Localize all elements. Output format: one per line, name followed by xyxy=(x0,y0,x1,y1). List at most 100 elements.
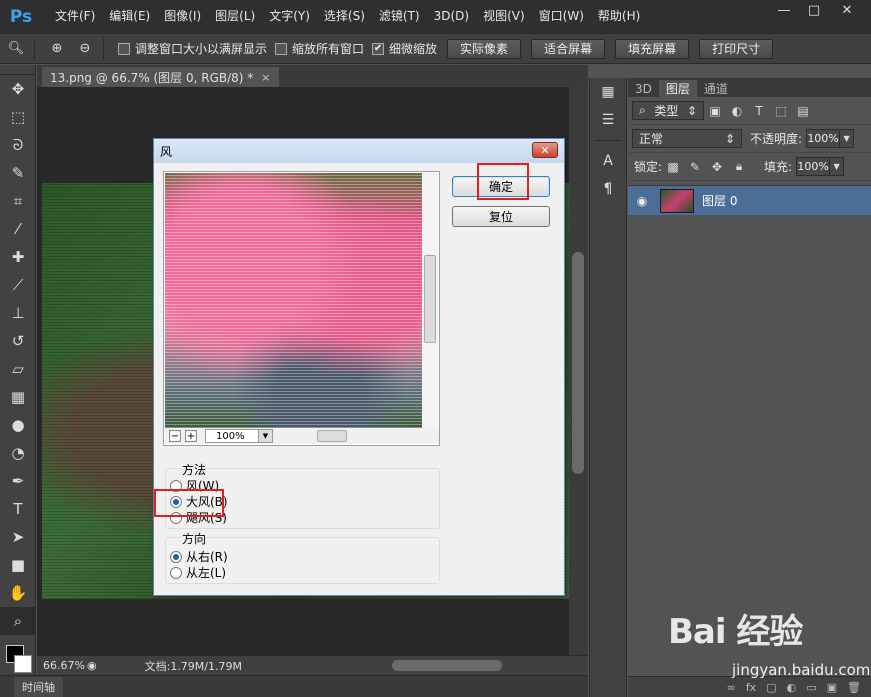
scrubby-zoom-checkbox[interactable]: ✔ 细微缩放 xyxy=(372,40,437,57)
menu-type[interactable]: 文字(Y) xyxy=(262,0,317,33)
watermark-logo: Bai 经验 xyxy=(668,612,803,652)
chevron-down-icon[interactable]: ▼ xyxy=(840,129,855,148)
scrollbar-thumb[interactable] xyxy=(572,252,584,474)
zoom-level[interactable]: 66.67% xyxy=(37,659,87,672)
smart-object-filter-icon[interactable]: ▤ xyxy=(792,104,814,118)
checkmark-icon: ✔ xyxy=(372,42,385,55)
dropdown-icon: ⇕ xyxy=(686,103,697,118)
tab-channels[interactable]: 通道 xyxy=(697,80,735,97)
fill-screen-button[interactable]: 填充屏幕 xyxy=(615,38,690,59)
eyedropper-icon[interactable]: ⁄ xyxy=(0,215,36,243)
zoom-select[interactable]: 100% ▼ xyxy=(205,429,273,443)
menu-view[interactable]: 视图(V) xyxy=(476,0,532,33)
panel-dock: ▦ ☰ A ¶ xyxy=(589,78,627,697)
lock-paint-icon[interactable]: ✎ xyxy=(684,160,706,174)
menu-window[interactable]: 窗口(W) xyxy=(532,0,591,33)
marquee-icon[interactable]: ⬚ xyxy=(0,103,36,131)
zoom-out-icon[interactable]: − xyxy=(169,430,181,442)
move-icon[interactable]: ✥ xyxy=(0,75,36,103)
zoom-in-icon[interactable]: + xyxy=(185,430,197,442)
zoom-tool-icon[interactable]: 🔍︎ xyxy=(4,38,28,60)
preview-horizontal-thumb[interactable] xyxy=(317,430,347,442)
scrollbar-thumb[interactable] xyxy=(424,255,436,343)
blur-icon[interactable]: ● xyxy=(0,411,36,439)
blend-mode-select[interactable]: 正常 ⇕ xyxy=(632,129,742,148)
fill-input[interactable]: 100% xyxy=(796,157,831,176)
histogram-icon[interactable]: ▦ xyxy=(590,78,626,106)
path-select-icon[interactable]: ➤ xyxy=(0,523,36,551)
tools-panel: ✥ ⬚ ᘐ ✎ ⌗ ⁄ ✚ ⟋ ⊥ ↺ ▱ ▦ ● ◔ ✒ T ➤ ■ ✋ ⌕ xyxy=(0,65,36,675)
lock-all-icon[interactable]: 🔒︎ xyxy=(728,159,750,174)
canvas-vertical-scrollbar[interactable] xyxy=(569,87,588,655)
type-icon[interactable]: T xyxy=(0,495,36,523)
status-menu-icon[interactable]: ◉ xyxy=(87,659,97,672)
brush-icon[interactable]: ⟋ xyxy=(0,271,36,299)
preview-image[interactable] xyxy=(165,173,423,428)
menu-edit[interactable]: 编辑(E) xyxy=(102,0,157,33)
pen-icon[interactable]: ✒ xyxy=(0,467,36,495)
maximize-icon[interactable]: □ xyxy=(799,0,829,20)
resize-windows-checkbox[interactable]: 调整窗口大小以满屏显示 xyxy=(118,40,267,57)
layer-filter-select[interactable]: ⌕ 类型 ⇕ xyxy=(632,101,704,120)
history-brush-icon[interactable]: ↺ xyxy=(0,327,36,355)
horizontal-scrollbar-thumb[interactable] xyxy=(392,660,502,671)
window-controls: — □ ✕ xyxy=(769,0,865,20)
minimize-icon[interactable]: — xyxy=(769,0,799,20)
menu-select[interactable]: 选择(S) xyxy=(317,0,372,33)
close-tab-icon[interactable]: × xyxy=(261,71,270,84)
zoom-out-icon[interactable]: ⊖ xyxy=(73,38,97,60)
menu-help[interactable]: 帮助(H) xyxy=(591,0,647,33)
menu-filter[interactable]: 滤镜(T) xyxy=(372,0,427,33)
document-tab[interactable]: 13.png @ 66.7% (图层 0, RGB/8) * × xyxy=(42,67,279,87)
print-size-button[interactable]: 打印尺寸 xyxy=(699,38,774,59)
menu-3d[interactable]: 3D(D) xyxy=(427,0,476,33)
close-icon[interactable]: ✕ xyxy=(829,0,865,20)
opacity-input[interactable]: 100% xyxy=(806,129,841,148)
lasso-icon[interactable]: ᘐ xyxy=(0,131,36,159)
close-icon[interactable]: ✕ xyxy=(532,142,558,158)
search-icon: ⌕ xyxy=(639,103,646,117)
chevron-down-icon[interactable]: ▼ xyxy=(830,157,845,176)
toolbar-grip[interactable] xyxy=(0,65,35,75)
type-filter-icon[interactable]: T xyxy=(748,104,770,118)
fit-screen-button[interactable]: 适合屏幕 xyxy=(531,38,606,59)
layer-name[interactable]: 图层 0 xyxy=(702,192,737,209)
zoom-all-windows-checkbox[interactable]: 缩放所有窗口 xyxy=(275,40,364,57)
paragraph-icon[interactable]: ¶ xyxy=(590,175,626,203)
lock-position-icon[interactable]: ✥ xyxy=(706,160,728,174)
zoom-icon[interactable]: ⌕ xyxy=(0,607,36,635)
adjustment-filter-icon[interactable]: ◐ xyxy=(726,104,748,118)
hand-icon[interactable]: ✋ xyxy=(0,579,36,607)
opacity-label: 不透明度: xyxy=(750,132,803,146)
tab-layers[interactable]: 图层 xyxy=(658,80,697,97)
stamp-icon[interactable]: ⊥ xyxy=(0,299,36,327)
eye-icon[interactable]: ◉ xyxy=(628,194,656,208)
direction-left-radio[interactable]: 从左(L) xyxy=(170,564,226,581)
layer-row[interactable]: ◉ 图层 0 xyxy=(628,185,871,215)
healing-icon[interactable]: ✚ xyxy=(0,243,36,271)
rectangle-icon[interactable]: ■ xyxy=(0,551,36,579)
document-tab-bar: 13.png @ 66.7% (图层 0, RGB/8) * × xyxy=(37,65,588,87)
crop-icon[interactable]: ⌗ xyxy=(0,187,36,215)
zoom-in-icon[interactable]: ⊕ xyxy=(45,38,69,60)
reset-button[interactable]: 复位 xyxy=(452,206,550,227)
image-filter-icon[interactable]: ▣ xyxy=(704,104,726,118)
properties-icon[interactable]: ☰ xyxy=(590,106,626,134)
menu-file[interactable]: 文件(F) xyxy=(48,0,102,33)
background-color[interactable] xyxy=(14,655,32,673)
dialog-titlebar[interactable]: 风 ✕ xyxy=(154,139,564,163)
timeline-tab[interactable]: 时间轴 xyxy=(14,677,63,697)
character-icon[interactable]: A xyxy=(590,147,626,175)
actual-pixels-button[interactable]: 实际像素 xyxy=(447,38,522,59)
preview-vertical-scrollbar[interactable] xyxy=(422,173,438,428)
quick-select-icon[interactable]: ✎ xyxy=(0,159,36,187)
tab-3d[interactable]: 3D xyxy=(628,80,659,97)
eraser-icon[interactable]: ▱ xyxy=(0,355,36,383)
lock-transparent-icon[interactable]: ▩ xyxy=(662,160,684,174)
shape-filter-icon[interactable]: ⬚ xyxy=(770,104,792,118)
menu-image[interactable]: 图像(I) xyxy=(157,0,208,33)
gradient-icon[interactable]: ▦ xyxy=(0,383,36,411)
direction-right-radio[interactable]: 从右(R) xyxy=(170,548,228,565)
menu-layer[interactable]: 图层(L) xyxy=(208,0,262,33)
dodge-icon[interactable]: ◔ xyxy=(0,439,36,467)
